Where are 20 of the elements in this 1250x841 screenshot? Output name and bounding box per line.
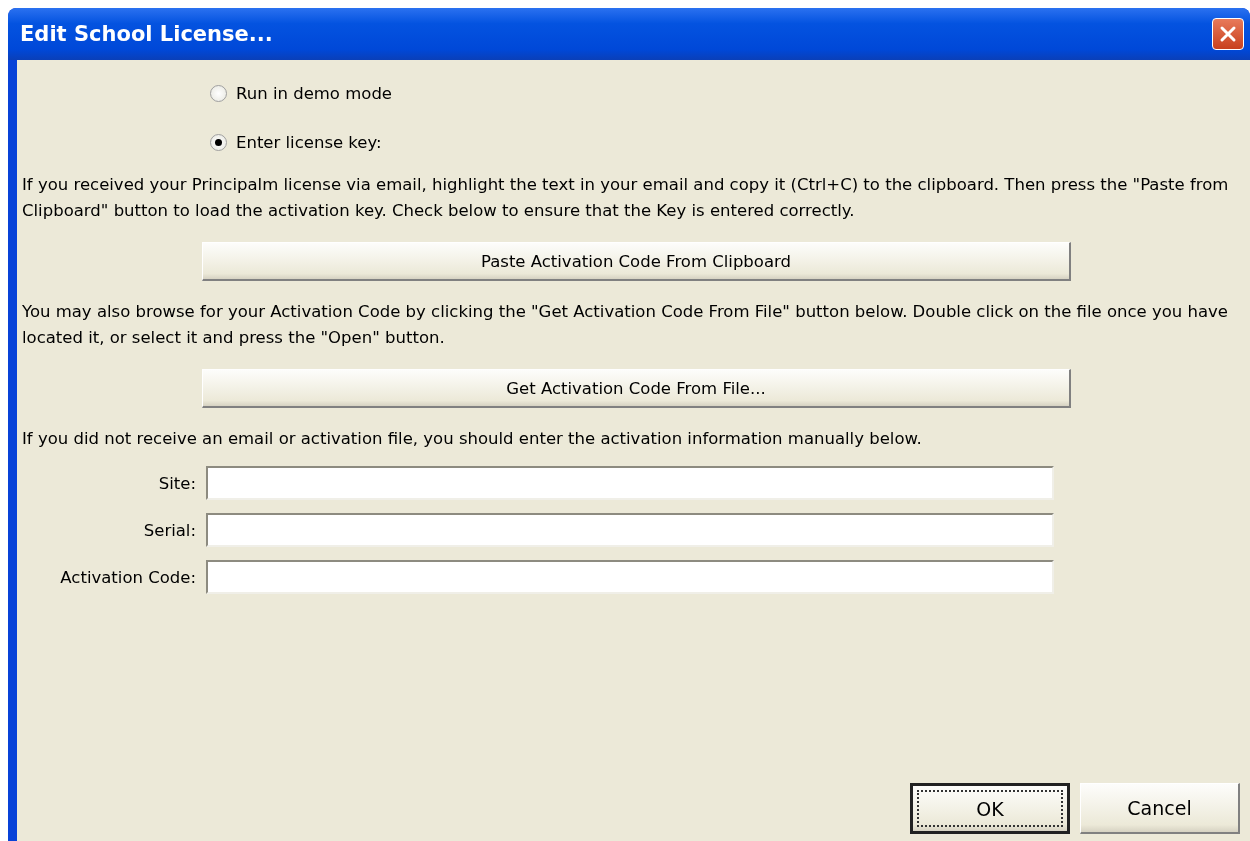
radio-label[interactable]: Run in demo mode (236, 83, 392, 103)
window-title: Edit School License... (20, 22, 273, 46)
instruction-text: You may also browse for your Activation Code by clicking the "Get Activation Code From File" button below. Double click on the file once you have located it, or select it and press the "Open" button. (22, 301, 1229, 349)
action-button[interactable]: Paste Activation Code From Clipboard (202, 242, 1071, 281)
radio-label[interactable]: Enter license key: (236, 132, 382, 152)
cancel-button[interactable]: Cancel (1080, 783, 1240, 834)
instruction-text: If you did not receive an email or activation file, you should enter the activation information manually below. (22, 428, 923, 450)
input-field[interactable] (206, 513, 1054, 547)
input-field[interactable] (206, 466, 1054, 500)
radio-button[interactable] (210, 133, 227, 151)
instruction-text: If you received your Principalm license via email, highlight the text in your email and copy it (Ctrl+C) to the clipboard. Then press the "Paste from Clipboard" button to load the activation key. Check below to ensure that the Key is entered correctly. (22, 174, 1230, 222)
field-label: Site: (157, 473, 196, 493)
input-field[interactable] (206, 560, 1054, 594)
field-label: Activation Code: (59, 567, 196, 587)
action-button[interactable]: Get Activation Code From File... (202, 369, 1071, 408)
radio-button[interactable] (210, 84, 227, 102)
close-icon (1218, 24, 1238, 44)
ok-button[interactable]: OK (910, 783, 1070, 834)
close-button[interactable] (1212, 18, 1244, 50)
field-label: Serial: (142, 520, 196, 540)
